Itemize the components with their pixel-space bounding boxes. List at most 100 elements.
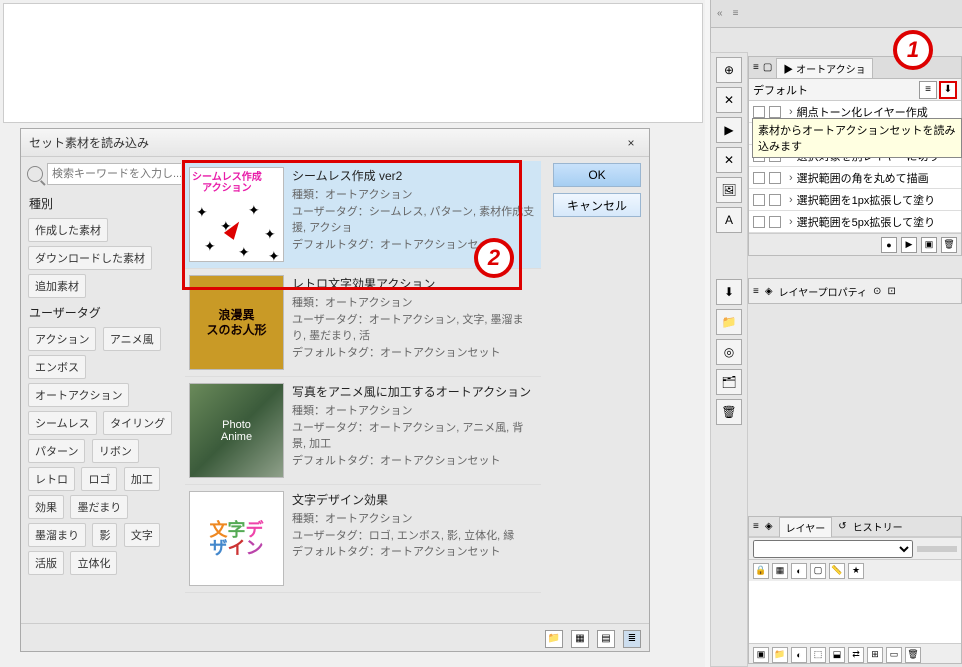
download-icon[interactable]: ⬇ bbox=[716, 279, 742, 305]
blend-mode-select[interactable] bbox=[753, 540, 913, 558]
dock-handle-icon[interactable]: ≡ bbox=[733, 8, 739, 19]
tab-history[interactable]: ヒストリー bbox=[853, 519, 903, 534]
lock-alpha-icon[interactable]: ◐ bbox=[791, 563, 807, 579]
tab-autoaction[interactable]: ▶ オートアクショ bbox=[776, 58, 872, 78]
checkbox[interactable] bbox=[769, 216, 781, 228]
import-tooltip: 素材からオートアクションセットを読み込みます bbox=[752, 118, 962, 158]
material-item[interactable]: 浪漫異 スのお人形 レトロ文字効果アクション 種類：オートアクション ユーザータ… bbox=[185, 269, 541, 377]
view-list-icon[interactable]: ≣ bbox=[623, 630, 641, 648]
transfer-icon[interactable]: ⇄ bbox=[848, 647, 864, 663]
tag-item[interactable]: 墨溜まり bbox=[28, 523, 86, 547]
layer-list[interactable] bbox=[749, 581, 961, 643]
flatten-icon[interactable]: ▭ bbox=[886, 647, 902, 663]
material-list[interactable]: シームレス作成 アクション ✦ ✦ ✦ ✦ ✦ ✦ ✦ シームレス作成 ver2… bbox=[181, 157, 545, 623]
play-icon[interactable]: ▶ bbox=[716, 117, 742, 143]
material-item[interactable]: 文字デザイン 文字デザイン効果 種類：オートアクション ユーザータグ：ロゴ, エ… bbox=[185, 485, 541, 593]
new-action-icon[interactable]: ▣ bbox=[921, 237, 937, 253]
checkbox[interactable] bbox=[753, 216, 765, 228]
lock-icon[interactable]: 🔒 bbox=[753, 563, 769, 579]
mask-new-icon[interactable]: ◐ bbox=[791, 647, 807, 663]
action-row[interactable]: ›選択範囲の角を丸めて描画 bbox=[749, 167, 961, 189]
material-item[interactable]: Photo Anime 写真をアニメ風に加工するオートアクション 種類：オートア… bbox=[185, 377, 541, 485]
import-set-button[interactable]: ⬇ bbox=[939, 81, 957, 99]
material-meta: 文字デザイン効果 種類：オートアクション ユーザータグ：ロゴ, エンボス, 影,… bbox=[284, 491, 537, 586]
chevron-right-icon[interactable]: › bbox=[789, 106, 793, 118]
cat-created[interactable]: 作成した素材 bbox=[28, 218, 108, 242]
prop-sub-icon[interactable]: ⊡ bbox=[887, 286, 895, 297]
checkbox[interactable] bbox=[769, 194, 781, 206]
folder-icon[interactable]: 📁 bbox=[716, 309, 742, 335]
chevron-right-icon[interactable]: › bbox=[789, 172, 793, 184]
record-icon[interactable]: ● bbox=[881, 237, 897, 253]
merge-icon[interactable]: ⬓ bbox=[829, 647, 845, 663]
new-folder-icon[interactable]: 📁 bbox=[772, 647, 788, 663]
dialog-close-button[interactable]: × bbox=[621, 129, 641, 157]
tag-item[interactable]: オートアクション bbox=[28, 383, 129, 407]
tag-item[interactable]: 効果 bbox=[28, 495, 64, 519]
checkbox[interactable] bbox=[753, 194, 765, 206]
cat-downloaded[interactable]: ダウンロードした素材 bbox=[28, 246, 152, 270]
clip-icon[interactable]: ⬚ bbox=[810, 647, 826, 663]
action-row[interactable]: ›選択範囲を5px拡張して塗り bbox=[749, 211, 961, 233]
view-grid-large-icon[interactable]: ▦ bbox=[571, 630, 589, 648]
camera-icon[interactable]: ◎ bbox=[716, 339, 742, 365]
tag-item[interactable]: アニメ風 bbox=[103, 327, 161, 351]
tag-item[interactable]: 立体化 bbox=[70, 551, 117, 575]
dialog-title-text: セット素材を読み込み bbox=[29, 129, 149, 157]
panel-menu-icon[interactable]: ≡ bbox=[753, 521, 759, 532]
tag-item[interactable]: ロゴ bbox=[81, 467, 117, 491]
folder2-icon[interactable]: 🗂 bbox=[716, 369, 742, 395]
panel-window-icon[interactable]: ▢ bbox=[763, 62, 772, 73]
cancel-button[interactable]: キャンセル bbox=[553, 193, 641, 217]
checkbox[interactable] bbox=[753, 106, 765, 118]
ref-icon[interactable]: ★ bbox=[848, 563, 864, 579]
action-row[interactable]: ›選択範囲を1px拡張して塗り bbox=[749, 189, 961, 211]
quickaccess-icon[interactable]: ⊕ bbox=[716, 57, 742, 83]
panel-menu-icon[interactable]: ≡ bbox=[753, 62, 759, 73]
tag-item[interactable]: 文字 bbox=[124, 523, 160, 547]
checkbox[interactable] bbox=[769, 172, 781, 184]
panel-menu-icon[interactable]: ≡ bbox=[753, 286, 759, 297]
chevron-right-icon[interactable]: › bbox=[789, 194, 793, 206]
image-icon[interactable]: 🖼 bbox=[716, 177, 742, 203]
tag-item[interactable]: タイリング bbox=[103, 411, 172, 435]
checkbox[interactable] bbox=[753, 172, 765, 184]
tab-layer[interactable]: レイヤー bbox=[779, 517, 833, 537]
tag-item[interactable]: 加工 bbox=[124, 467, 160, 491]
prop-sub-icon[interactable]: ⊙ bbox=[873, 286, 881, 297]
ruler-icon[interactable]: 📏 bbox=[829, 563, 845, 579]
tag-item[interactable]: パターン bbox=[28, 439, 85, 463]
tag-item[interactable]: エンボス bbox=[28, 355, 86, 379]
trash-icon[interactable]: 🗑 bbox=[716, 399, 742, 425]
combine-icon[interactable]: ⊞ bbox=[867, 647, 883, 663]
new-layer-icon[interactable]: ▣ bbox=[753, 647, 769, 663]
tag-item[interactable]: レトロ bbox=[28, 467, 75, 491]
tag-item[interactable]: シームレス bbox=[28, 411, 97, 435]
set-list-icon[interactable]: ≡ bbox=[919, 81, 937, 99]
material-thumbnail: 文字デザイン bbox=[189, 491, 284, 586]
tag-item[interactable]: 墨だまり bbox=[70, 495, 128, 519]
tag-item[interactable]: 影 bbox=[92, 523, 117, 547]
view-folder-icon[interactable]: 📁 bbox=[545, 630, 563, 648]
cat-addon[interactable]: 追加素材 bbox=[28, 274, 86, 298]
delete-icon[interactable]: ✕ bbox=[716, 87, 742, 113]
dock-collapse-icon[interactable]: « bbox=[717, 8, 723, 19]
tag-item[interactable]: リボン bbox=[92, 439, 139, 463]
dialog-titlebar: セット素材を読み込み × bbox=[21, 129, 649, 157]
view-grid-small-icon[interactable]: ▤ bbox=[597, 630, 615, 648]
tag-item[interactable]: アクション bbox=[28, 327, 96, 351]
checkbox[interactable] bbox=[769, 106, 781, 118]
ok-button[interactable]: OK bbox=[553, 163, 641, 187]
preset-icon[interactable]: ✕ bbox=[716, 147, 742, 173]
search-input[interactable] bbox=[47, 163, 181, 185]
opacity-slider[interactable] bbox=[917, 546, 957, 552]
font-icon[interactable]: A bbox=[716, 207, 742, 233]
autoaction-set-name[interactable]: デフォルト bbox=[753, 82, 917, 98]
delete-action-icon[interactable]: 🗑 bbox=[941, 237, 957, 253]
lock-pixel-icon[interactable]: ▦ bbox=[772, 563, 788, 579]
delete-layer-icon[interactable]: 🗑 bbox=[905, 647, 921, 663]
mask-icon[interactable]: ▢ bbox=[810, 563, 826, 579]
play-action-icon[interactable]: ▶ bbox=[901, 237, 917, 253]
chevron-right-icon[interactable]: › bbox=[789, 216, 793, 228]
tag-item[interactable]: 活版 bbox=[28, 551, 64, 575]
